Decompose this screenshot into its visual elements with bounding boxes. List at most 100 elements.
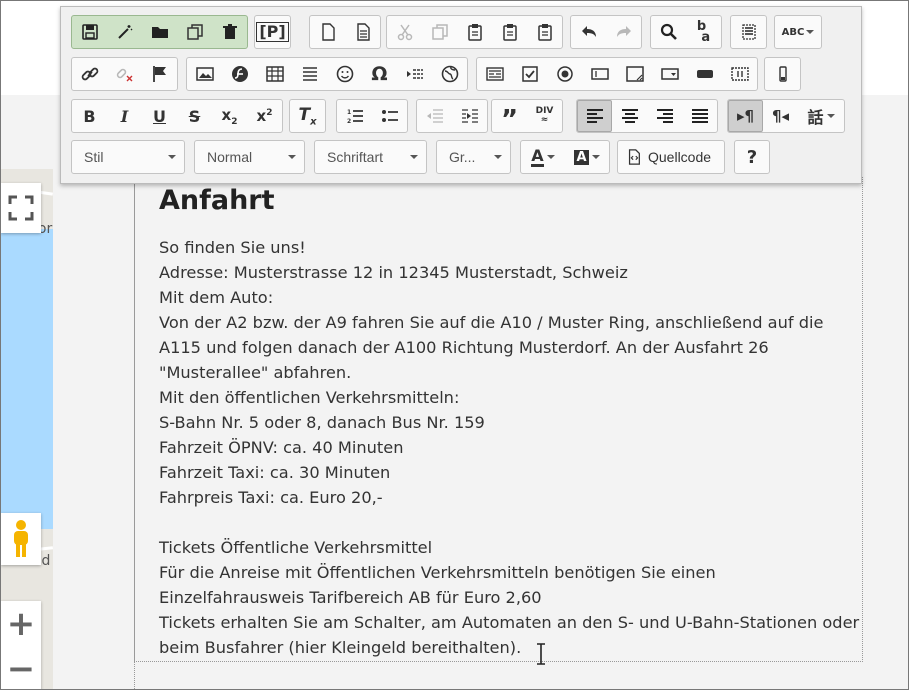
justify-icon[interactable]: [682, 100, 717, 132]
flash-icon[interactable]: [222, 58, 257, 90]
radio-icon[interactable]: [547, 58, 582, 90]
source-button-label: Quellcode: [648, 149, 712, 165]
text-line: Mit den öffentlichen Verkehrsmitteln:: [159, 388, 460, 407]
toolbar-group: [P]: [254, 15, 291, 49]
outdent-icon[interactable]: [417, 100, 452, 132]
smiley-icon[interactable]: [327, 58, 362, 90]
paste-word-icon[interactable]: [527, 16, 562, 48]
editor-window: Sor Altend + − Anfahrt So finden Sie uns…: [0, 0, 909, 690]
editor-content[interactable]: Anfahrt So finden Sie uns! Adresse: Muste…: [159, 181, 864, 660]
editor-toolbar: [P] b a ABC Ω B I U Sx2 x2 Tx 1 2” DIV ≈ ▸¶ ¶◂ 話 Stil Norm…: [60, 6, 862, 184]
text-color-icon[interactable]: A: [521, 141, 565, 173]
source-code-icon: [628, 149, 640, 165]
image-icon[interactable]: [187, 58, 222, 90]
copy-template-icon[interactable]: [177, 16, 212, 48]
fullscreen-icon[interactable]: [1, 183, 41, 233]
toolbar-group: [71, 15, 248, 49]
toolbar-group: B I U Sx2 x2: [71, 99, 283, 133]
svg-text:1: 1: [347, 109, 351, 116]
replace-icon[interactable]: b a: [686, 16, 721, 48]
div-container-icon[interactable]: DIV ≈: [527, 100, 562, 132]
remove-format-icon[interactable]: Tx: [290, 100, 325, 132]
bullet-list-icon[interactable]: [372, 100, 407, 132]
street-view-pegman-icon[interactable]: [1, 513, 41, 565]
language-icon[interactable]: 話: [798, 100, 844, 132]
cut-icon[interactable]: [387, 16, 422, 48]
save-icon[interactable]: [72, 16, 107, 48]
unlink-icon[interactable]: [107, 58, 142, 90]
empty-line: [159, 510, 864, 535]
subscript-icon[interactable]: x2: [212, 100, 247, 132]
text-line: S-Bahn Nr. 5 oder 8, danach Bus Nr. 159: [159, 413, 485, 432]
form-icon[interactable]: [477, 58, 512, 90]
iframe-icon[interactable]: [432, 58, 467, 90]
style-dropdown-label: Stil: [84, 149, 104, 165]
italic-icon[interactable]: I: [107, 100, 142, 132]
help-button[interactable]: ?: [734, 140, 770, 174]
rtl-icon[interactable]: ¶◂: [763, 100, 798, 132]
format-dropdown[interactable]: Normal: [194, 140, 305, 174]
indent-icon[interactable]: [452, 100, 487, 132]
toolbar-group: [570, 15, 642, 49]
text-line: Fahrpreis Taxi: ca. Euro 20,-: [159, 488, 383, 507]
blockquote-icon[interactable]: ”: [492, 100, 527, 133]
text-line: So finden Sie uns!: [159, 238, 306, 257]
text-line: A115 und folgen danach der A100 Richtung…: [159, 338, 769, 357]
zoom-in-button[interactable]: +: [7, 607, 36, 641]
special-char-icon[interactable]: Ω: [362, 58, 397, 90]
underline-icon[interactable]: U: [142, 100, 177, 132]
toolbar-group: Ω: [186, 57, 468, 91]
checkbox-icon[interactable]: [512, 58, 547, 90]
toolbar-group: [730, 15, 767, 49]
align-right-icon[interactable]: [647, 100, 682, 132]
select-field-icon[interactable]: [652, 58, 687, 90]
placeholder-icon[interactable]: [P]: [255, 16, 290, 48]
style-dropdown[interactable]: Stil: [71, 140, 185, 174]
text-line: Einzelfahrausweis Tarifbereich AB für Eu…: [159, 588, 542, 607]
select-all-icon[interactable]: [731, 16, 766, 48]
trash-icon[interactable]: [212, 16, 247, 48]
numbered-list-icon[interactable]: 12: [337, 100, 372, 132]
font-size-dropdown-label: Gr...: [449, 149, 476, 165]
text-line: Adresse: Musterstrasse 12 in 12345 Muste…: [159, 263, 628, 282]
hidden-field-icon[interactable]: [722, 58, 757, 90]
help-icon: ?: [746, 146, 758, 168]
find-icon[interactable]: [651, 16, 686, 48]
image-button-icon[interactable]: [765, 58, 800, 90]
source-button[interactable]: Quellcode: [617, 140, 725, 174]
paste-text-icon[interactable]: [492, 16, 527, 48]
align-left-icon[interactable]: [577, 100, 612, 132]
toolbar-group: [416, 99, 488, 133]
textfield-icon[interactable]: [582, 58, 617, 90]
link-icon[interactable]: [72, 58, 107, 90]
table-icon[interactable]: [257, 58, 292, 90]
magic-wand-icon[interactable]: [107, 16, 142, 48]
redo-icon[interactable]: [606, 16, 641, 48]
paste-icon[interactable]: [457, 16, 492, 48]
chevron-down-icon: [494, 155, 502, 159]
spellcheck-icon[interactable]: ABC: [775, 16, 821, 48]
bold-icon[interactable]: B: [72, 100, 107, 132]
page-heading: Anfahrt: [159, 185, 275, 216]
preview-icon[interactable]: [345, 16, 380, 48]
font-dropdown[interactable]: Schriftart: [314, 140, 427, 174]
copy-icon[interactable]: [422, 16, 457, 48]
strike-icon[interactable]: S: [177, 100, 212, 132]
map-zoom-control: + −: [1, 601, 41, 689]
align-center-icon[interactable]: [612, 100, 647, 132]
background-color-icon[interactable]: A: [565, 141, 609, 173]
ltr-icon[interactable]: ▸¶: [728, 100, 763, 132]
horizontal-line-icon[interactable]: [292, 58, 327, 90]
page-break-icon[interactable]: [397, 58, 432, 90]
textarea-icon[interactable]: [617, 58, 652, 90]
text-line: Mit dem Auto:: [159, 288, 274, 307]
font-size-dropdown[interactable]: Gr...: [436, 140, 511, 174]
new-page-icon[interactable]: [310, 16, 345, 48]
folder-icon[interactable]: [142, 16, 177, 48]
zoom-out-button[interactable]: −: [7, 652, 36, 686]
anchor-flag-icon[interactable]: [142, 58, 177, 90]
undo-icon[interactable]: [571, 16, 606, 48]
superscript-icon[interactable]: x2: [247, 100, 282, 132]
toolbar-group: [764, 57, 801, 91]
button-field-icon[interactable]: [687, 58, 722, 90]
